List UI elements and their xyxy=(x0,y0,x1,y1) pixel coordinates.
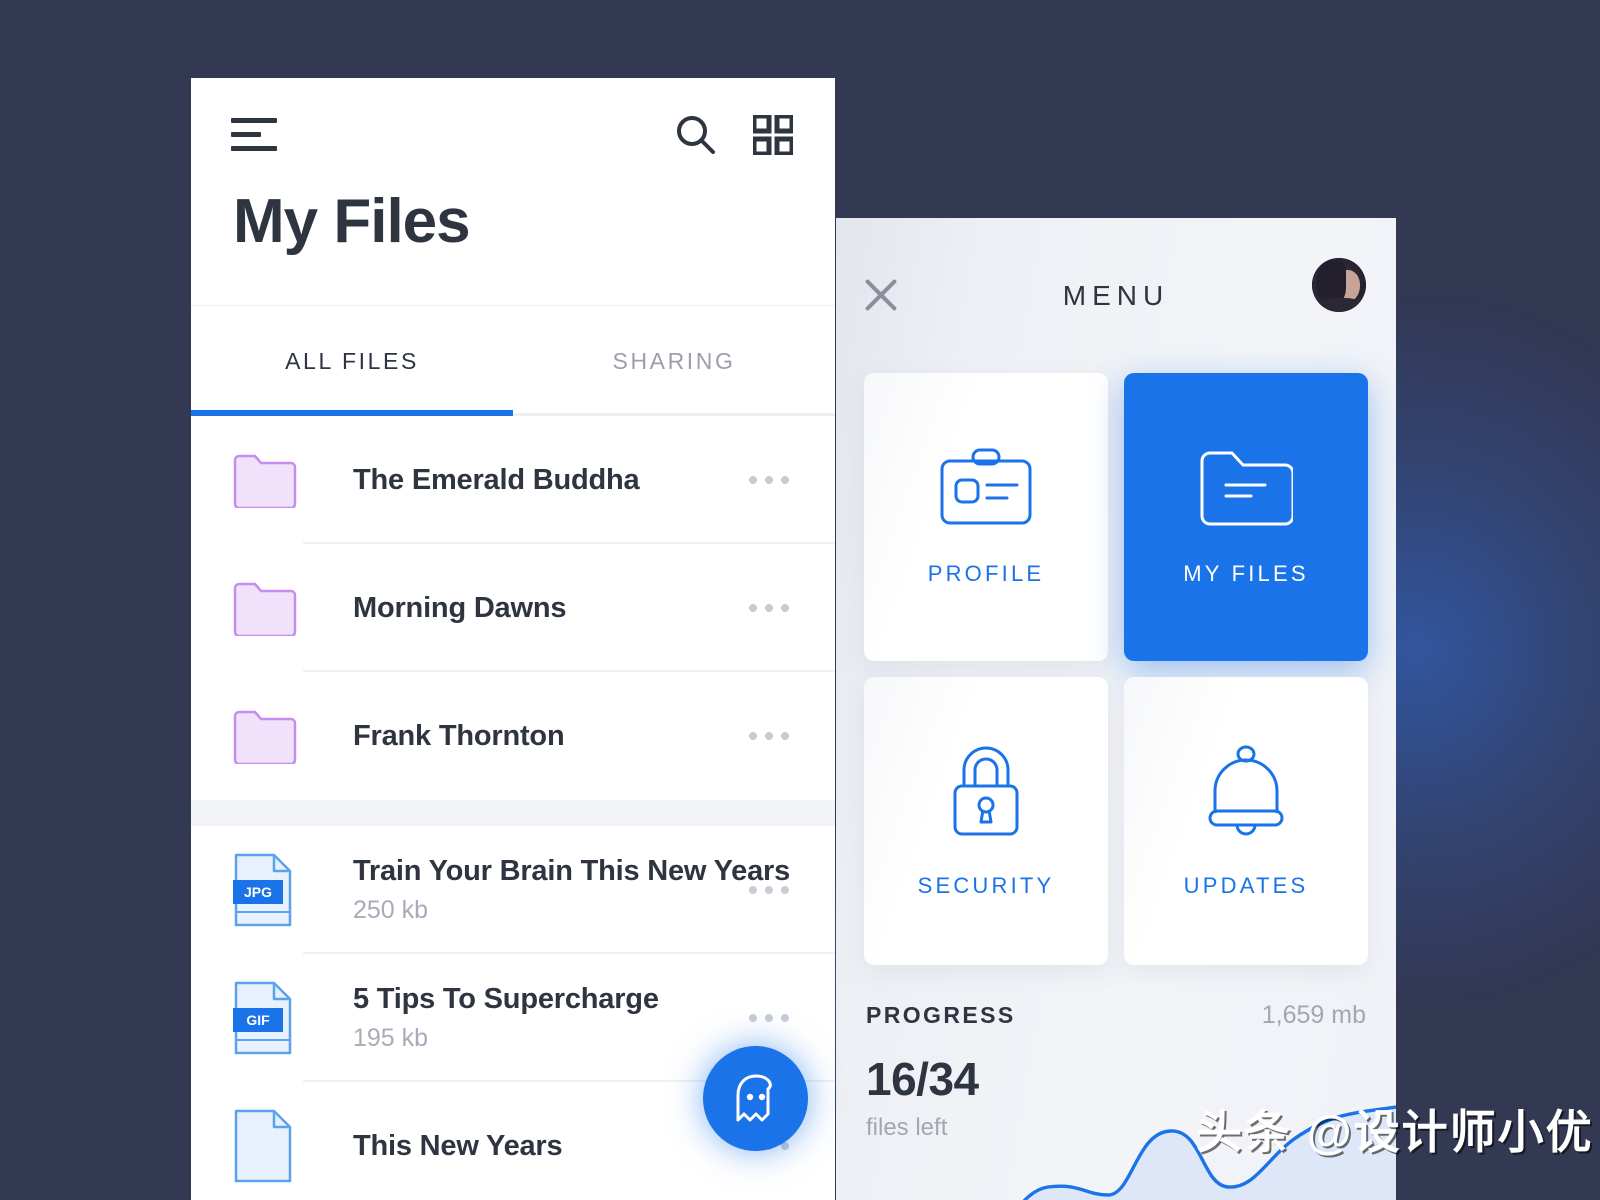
progress-count: 16/34 xyxy=(866,1053,979,1105)
list-item[interactable]: Frank Thornton xyxy=(191,672,835,800)
grid-view-icon[interactable] xyxy=(751,113,795,157)
progress-sublabel: files left xyxy=(866,1114,948,1141)
menu-card-label: PROFILE xyxy=(927,561,1045,586)
topbar-actions xyxy=(675,113,795,157)
more-options-icon[interactable] xyxy=(749,732,789,740)
folder-icon xyxy=(1199,447,1295,527)
lock-icon xyxy=(939,743,1033,839)
menu-card-profile[interactable]: PROFILE xyxy=(864,373,1108,661)
id-badge-icon xyxy=(939,447,1033,527)
hamburger-line xyxy=(231,146,277,151)
progress-header: PROGRESS 1,659 mb xyxy=(866,1001,1366,1030)
tab-all-files[interactable]: ALL FILES xyxy=(191,306,513,416)
folder-icon xyxy=(233,708,303,766)
list-item[interactable]: JPG Train Your Brain This New Years 250 … xyxy=(191,826,835,954)
avatar[interactable] xyxy=(1312,258,1366,312)
hamburger-line xyxy=(231,118,277,123)
menu-header: MENU xyxy=(836,218,1396,373)
svg-text:GIF: GIF xyxy=(246,1012,270,1028)
svg-text:JPG: JPG xyxy=(244,884,272,900)
folder-icon xyxy=(233,580,303,638)
avatar-body xyxy=(1316,298,1364,312)
list-item[interactable]: Morning Dawns xyxy=(191,544,835,672)
item-name: Train Your Brain This New Years xyxy=(353,855,791,887)
progress-section: PROGRESS 1,659 mb 16/34 files left xyxy=(836,1001,1396,1200)
menu-card-label: SECURITY xyxy=(917,873,1055,898)
tab-sharing[interactable]: SHARING xyxy=(513,306,835,416)
bell-icon xyxy=(1199,743,1293,839)
my-files-panel: My Files ALL FILES SHARING The Emerald B… xyxy=(191,78,835,1200)
jpg-file-icon: JPG xyxy=(233,852,303,928)
screen-root: My Files ALL FILES SHARING The Emerald B… xyxy=(0,0,1600,1200)
file-icon xyxy=(233,1108,303,1184)
menu-card-label: UPDATES xyxy=(1183,873,1309,898)
menu-cards-grid: PROFILE MY FILES SECURITY UPDATES xyxy=(836,373,1396,965)
list-item[interactable]: The Emerald Buddha xyxy=(191,416,835,544)
item-name: 5 Tips To Supercharge xyxy=(353,983,659,1015)
folder-icon xyxy=(233,452,303,510)
menu-panel: MENU PROFILE MY FILES SECURITY UPDATES P… xyxy=(836,218,1396,1200)
ghost-icon xyxy=(736,1074,772,1121)
files-topbar: My Files xyxy=(191,78,835,306)
more-options-icon[interactable] xyxy=(749,1014,789,1022)
more-options-icon[interactable] xyxy=(749,604,789,612)
chat-fab-button[interactable] xyxy=(703,1046,808,1151)
menu-card-my-files[interactable]: MY FILES xyxy=(1124,373,1368,661)
files-tabs: ALL FILES SHARING xyxy=(191,306,835,416)
menu-card-updates[interactable]: UPDATES xyxy=(1124,677,1368,965)
more-options-icon[interactable] xyxy=(749,886,789,894)
progress-size: 1,659 mb xyxy=(1261,1001,1366,1029)
hamburger-icon[interactable] xyxy=(231,118,277,154)
section-separator xyxy=(191,800,835,826)
progress-label: PROGRESS xyxy=(866,1002,1016,1028)
gif-file-icon: GIF xyxy=(233,980,303,1056)
folders-list: The Emerald Buddha Morning Dawns Frank T… xyxy=(191,416,835,800)
more-options-icon[interactable] xyxy=(749,476,789,484)
item-size: 250 kb xyxy=(353,896,429,924)
page-title: My Files xyxy=(233,187,471,256)
search-icon[interactable] xyxy=(675,114,717,156)
menu-card-security[interactable]: SECURITY xyxy=(864,677,1108,965)
menu-card-label: MY FILES xyxy=(1183,561,1309,586)
hamburger-line xyxy=(231,132,261,137)
